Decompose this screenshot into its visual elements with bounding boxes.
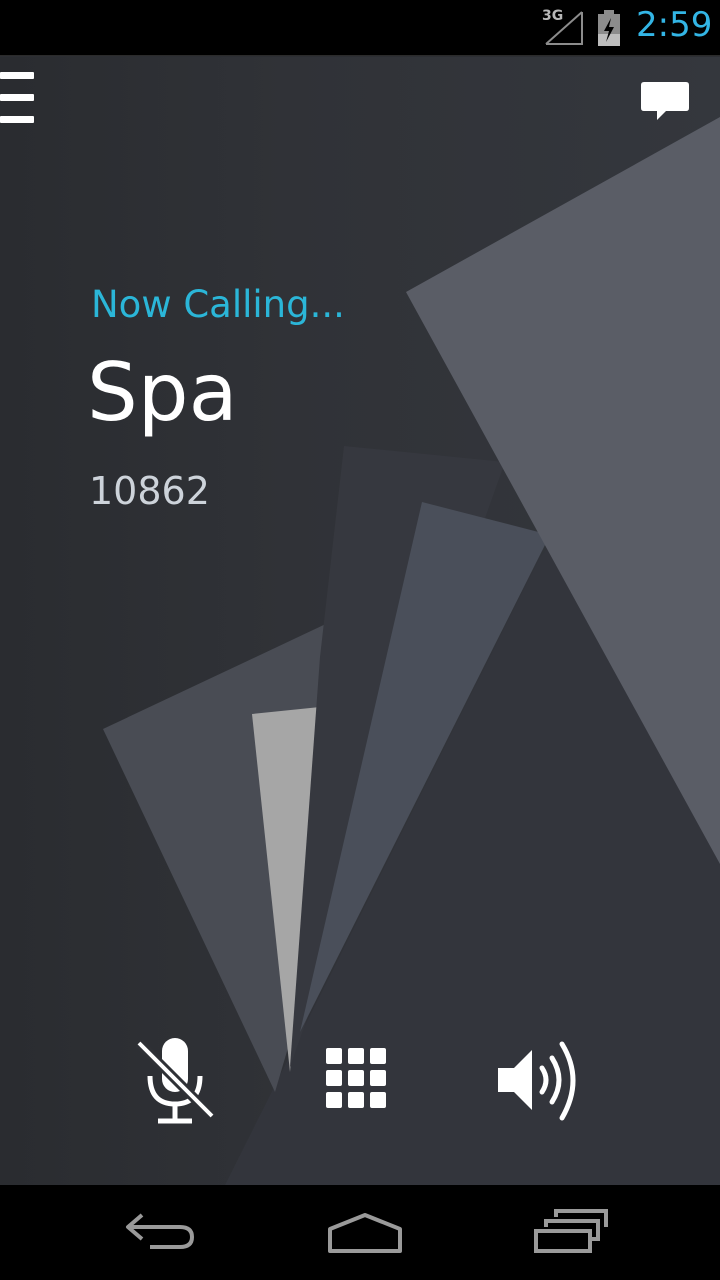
menu-icon[interactable] bbox=[0, 72, 36, 124]
contact-number: 10862 bbox=[89, 469, 210, 513]
chat-icon[interactable] bbox=[640, 80, 690, 124]
menu-bar bbox=[0, 116, 34, 123]
background-shapes bbox=[0, 57, 720, 1185]
status-clock: 2:59 bbox=[636, 5, 713, 45]
battery-charging-icon bbox=[598, 10, 620, 46]
menu-bar bbox=[0, 72, 34, 79]
microphone-muted-icon bbox=[135, 1038, 216, 1124]
speaker-button[interactable] bbox=[490, 1030, 590, 1130]
recent-apps-icon[interactable] bbox=[526, 1205, 612, 1255]
status-bar: 3G 2:59 bbox=[0, 0, 720, 56]
status-bar-divider bbox=[0, 55, 720, 56]
dialpad-icon bbox=[326, 1048, 386, 1108]
call-status: Now Calling... bbox=[91, 283, 345, 326]
speaker-icon bbox=[498, 1041, 576, 1121]
mute-button[interactable] bbox=[130, 1030, 222, 1130]
navigation-bar bbox=[0, 1185, 720, 1280]
dialpad-button[interactable] bbox=[318, 1030, 398, 1130]
in-call-screen: 3G 2:59 Now Calling... Spa 10862 bbox=[0, 0, 720, 1280]
contact-name: Spa bbox=[87, 346, 238, 439]
back-icon[interactable] bbox=[118, 1205, 204, 1255]
network-type-label: 3G bbox=[542, 8, 564, 24]
home-icon[interactable] bbox=[322, 1205, 408, 1255]
menu-bar bbox=[0, 94, 34, 101]
